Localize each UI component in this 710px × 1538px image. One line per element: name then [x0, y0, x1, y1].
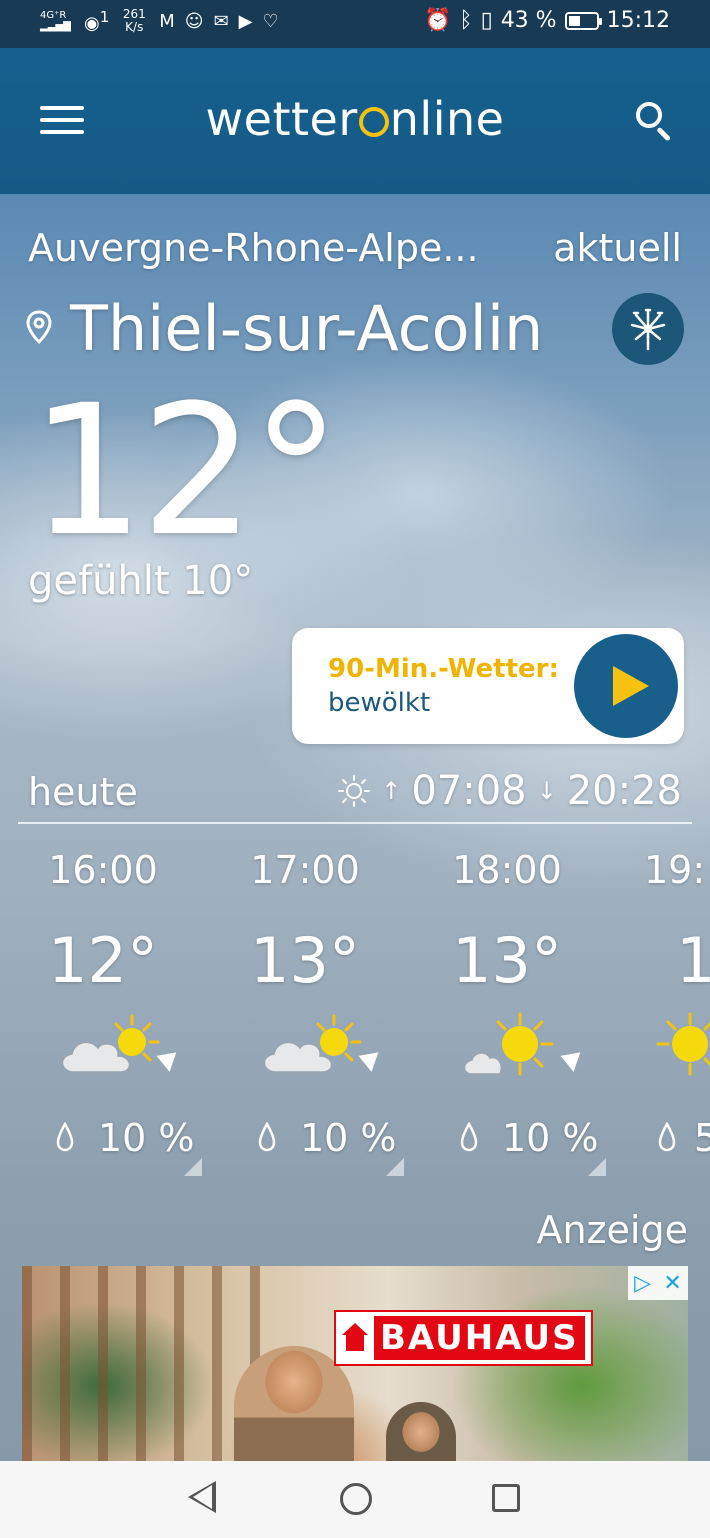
- ad-label: Anzeige: [536, 1208, 688, 1252]
- hour-item[interactable]: 18:00 13° 10 %: [422, 840, 606, 1180]
- app-owl-icon: ☺: [184, 10, 204, 32]
- status-left: 4G⁺R ▂▃▅▇ ◉1 261 K/s M ☺ ✉ ▶ ♡: [40, 8, 279, 35]
- hour-temperature: 13°: [250, 924, 360, 997]
- battery-fill: [568, 15, 580, 26]
- hour-item[interactable]: 16:00 12° 10 %: [18, 840, 202, 1180]
- wifi-icon: ◉1: [84, 8, 110, 34]
- status-bar: 4G⁺R ▂▃▅▇ ◉1 261 K/s M ☺ ✉ ▶ ♡ ⏰ ᛒ ▯ 43 %…: [0, 0, 710, 48]
- network-type: 4G⁺R: [40, 10, 67, 21]
- house-icon: [342, 1323, 368, 1353]
- hour-precipitation: 10 %: [300, 1116, 397, 1160]
- logo-o-icon: [358, 107, 389, 137]
- hourly-forecast[interactable]: 16:00 12° 10 % 17:00 13° 10 % 18:00 13° …: [0, 840, 710, 1190]
- raindrop-icon: [658, 1122, 676, 1152]
- expand-corner-icon: [588, 1158, 606, 1176]
- app-logo: wetter nline: [0, 92, 710, 146]
- battery-percent: 43 %: [500, 8, 557, 33]
- partly-cloudy-icon: [263, 1014, 362, 1073]
- recent-apps-icon[interactable]: [492, 1484, 520, 1512]
- battery-icon: [564, 11, 602, 30]
- nowcast-label: 90-Min.-Wetter:: [328, 654, 559, 684]
- city-name[interactable]: Thiel-sur-Acolin: [70, 292, 543, 365]
- hour-precipitation: 10 %: [98, 1116, 195, 1160]
- location-pin-icon[interactable]: [26, 310, 52, 344]
- mail-icon: ✉: [213, 10, 229, 32]
- hour-precipitation: 10 %: [502, 1116, 599, 1160]
- today-label: heute: [28, 770, 138, 814]
- mode-label[interactable]: aktuell: [553, 226, 682, 270]
- hour-time: 16:00: [48, 848, 158, 892]
- play-icon: [613, 666, 649, 706]
- vibrate-icon: ▯: [480, 8, 493, 33]
- sunrise-arrow-icon: ↑: [381, 777, 402, 805]
- sunny-icon: [656, 1012, 710, 1076]
- raindrop-icon: [258, 1122, 276, 1152]
- wind-direction-icon: [560, 1052, 584, 1074]
- hour-precipitation: 5: [694, 1116, 710, 1160]
- sunset-arrow-icon: ↓: [536, 777, 557, 805]
- wind-direction-icon: [156, 1052, 180, 1074]
- status-right: ⏰ ᛒ ▯ 43 % 15:12: [424, 8, 670, 33]
- sun-times: ↑ 07:08 ↓ 20:28: [337, 768, 682, 814]
- bluetooth-icon: ᛒ: [459, 8, 473, 33]
- close-icon[interactable]: ✕: [663, 1271, 681, 1296]
- hour-temperature: 12°: [48, 924, 158, 997]
- current-temperature: 12°: [30, 367, 341, 576]
- expand-corner-icon: [184, 1158, 202, 1176]
- sunset-time: 20:28: [566, 768, 682, 814]
- alarm-icon: ⏰: [423, 8, 452, 33]
- ad-brand-logo: BAUHAUS: [334, 1310, 593, 1366]
- wind-direction-icon: [358, 1052, 382, 1074]
- youtube-icon: ▶: [238, 10, 253, 32]
- hour-item[interactable]: 19: 1 5: [624, 840, 710, 1180]
- clock: 15:12: [606, 8, 670, 33]
- signal-indicator: 4G⁺R ▂▃▅▇: [40, 10, 71, 32]
- raindrop-icon: [56, 1122, 74, 1152]
- hour-time: 17:00: [250, 848, 360, 892]
- ad-person-image: [386, 1402, 456, 1462]
- app-header: wetter nline: [0, 48, 710, 194]
- hour-temperature: 1: [676, 924, 710, 997]
- wifi-index: 1: [99, 8, 110, 26]
- mostly-sunny-icon: [463, 1012, 554, 1076]
- hour-time: 18:00: [452, 848, 562, 892]
- play-button[interactable]: [574, 634, 678, 738]
- raindrop-icon: [460, 1122, 478, 1152]
- logo-text-left: wetter: [205, 92, 358, 146]
- nowcast-condition: bewölkt: [328, 688, 431, 718]
- speed-unit: K/s: [125, 20, 144, 34]
- advertisement-banner[interactable]: BAUHAUS ▷ ✕: [22, 1266, 688, 1462]
- hour-item[interactable]: 17:00 13° 10 %: [220, 840, 404, 1180]
- sun-outline-icon: [338, 775, 371, 807]
- adchoices-icon[interactable]: ▷: [634, 1271, 651, 1296]
- hour-time: 19:: [644, 848, 706, 892]
- partly-cloudy-icon: [61, 1014, 160, 1073]
- logo-text-right: nline: [389, 92, 505, 146]
- network-speed: 261 K/s: [119, 8, 149, 34]
- ad-choices[interactable]: ▷ ✕: [628, 1266, 688, 1300]
- speed-value: 261: [122, 7, 146, 21]
- heart-icon: ♡: [262, 10, 279, 32]
- hour-temperature: 13°: [452, 924, 562, 997]
- divider: [18, 822, 692, 824]
- gmail-icon: M: [159, 10, 175, 32]
- expand-corner-icon: [386, 1158, 404, 1176]
- pollen-dandelion-icon[interactable]: [612, 293, 684, 365]
- home-icon[interactable]: [340, 1483, 372, 1515]
- sunrise-time: 07:08: [411, 768, 527, 814]
- system-navigation-bar: [0, 1461, 710, 1538]
- region-name[interactable]: Auvergne-Rhone-Alpe...: [28, 226, 479, 270]
- back-icon[interactable]: [188, 1481, 218, 1515]
- nowcast-card[interactable]: 90-Min.-Wetter: bewölkt: [292, 628, 684, 744]
- felt-temperature: gefühlt 10°: [28, 558, 254, 604]
- ad-brand-name: BAUHAUS: [374, 1316, 585, 1360]
- search-icon[interactable]: [634, 100, 676, 142]
